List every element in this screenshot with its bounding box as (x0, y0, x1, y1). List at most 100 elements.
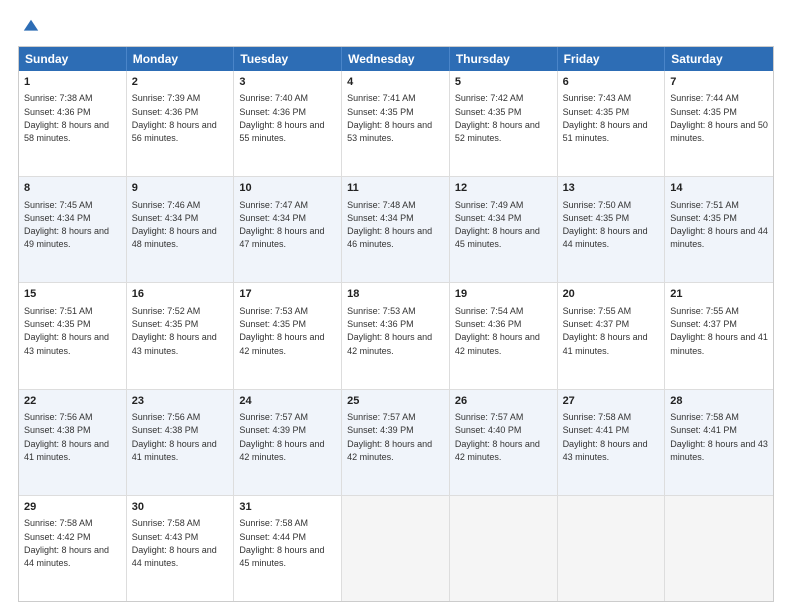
day-number: 22 (24, 394, 121, 409)
day-cell-16: 16Sunrise: 7:52 AMSunset: 4:35 PMDayligh… (127, 283, 235, 388)
day-number: 27 (563, 394, 660, 409)
day-cell-30: 30 Sunrise: 7:58 AMSunset: 4:43 PMDayligh… (127, 496, 235, 601)
day-info: Sunrise: 7:56 AMSunset: 4:38 PMDaylight:… (24, 412, 109, 462)
day-info: Sunrise: 7:44 AMSunset: 4:35 PMDaylight:… (670, 93, 768, 143)
day-info: Sunrise: 7:56 AMSunset: 4:38 PMDaylight:… (132, 412, 217, 462)
calendar-header-row: SundayMondayTuesdayWednesdayThursdayFrid… (19, 47, 773, 71)
day-info: Sunrise: 7:57 AMSunset: 4:39 PMDaylight:… (347, 412, 432, 462)
logo (18, 18, 40, 36)
day-info: Sunrise: 7:46 AMSunset: 4:34 PMDaylight:… (132, 200, 217, 250)
empty-cell (342, 496, 450, 601)
header-day-monday: Monday (127, 47, 235, 71)
day-cell-5: 5 Sunrise: 7:42 AMSunset: 4:35 PMDaylight… (450, 71, 558, 176)
day-cell-27: 27 Sunrise: 7:58 AMSunset: 4:41 PMDayligh… (558, 390, 666, 495)
day-cell-4: 4Sunrise: 7:41 AMSunset: 4:35 PMDaylight… (342, 71, 450, 176)
day-cell-15: 15 Sunrise: 7:51 AMSunset: 4:35 PMDayligh… (19, 283, 127, 388)
day-number: 24 (239, 394, 336, 409)
day-number: 31 (239, 500, 336, 515)
day-cell-2: 2 Sunrise: 7:39 AMSunset: 4:36 PMDaylight… (127, 71, 235, 176)
day-info: Sunrise: 7:43 AMSunset: 4:35 PMDaylight:… (563, 93, 648, 143)
day-cell-20: 20Sunrise: 7:55 AMSunset: 4:37 PMDayligh… (558, 283, 666, 388)
day-cell-12: 12 Sunrise: 7:49 AMSunset: 4:34 PMDayligh… (450, 177, 558, 282)
day-info: Sunrise: 7:39 AMSunset: 4:36 PMDaylight:… (132, 93, 217, 143)
day-info: Sunrise: 7:38 AMSunset: 4:36 PMDaylight:… (24, 93, 109, 143)
day-number: 21 (670, 287, 768, 302)
day-info: Sunrise: 7:53 AMSunset: 4:36 PMDaylight:… (347, 306, 432, 356)
day-cell-22: 22 Sunrise: 7:56 AMSunset: 4:38 PMDayligh… (19, 390, 127, 495)
empty-cell (665, 496, 773, 601)
day-number: 23 (132, 394, 229, 409)
day-cell-14: 14 Sunrise: 7:51 AMSunset: 4:35 PMDayligh… (665, 177, 773, 282)
day-cell-8: 8 Sunrise: 7:45 AMSunset: 4:34 PMDaylight… (19, 177, 127, 282)
day-info: Sunrise: 7:57 AMSunset: 4:40 PMDaylight:… (455, 412, 540, 462)
header-day-friday: Friday (558, 47, 666, 71)
day-cell-3: 3 Sunrise: 7:40 AMSunset: 4:36 PMDaylight… (234, 71, 342, 176)
header-day-tuesday: Tuesday (234, 47, 342, 71)
day-cell-26: 26Sunrise: 7:57 AMSunset: 4:40 PMDayligh… (450, 390, 558, 495)
day-number: 13 (563, 181, 660, 196)
day-info: Sunrise: 7:58 AMSunset: 4:41 PMDaylight:… (563, 412, 648, 462)
day-info: Sunrise: 7:58 AMSunset: 4:41 PMDaylight:… (670, 412, 768, 462)
day-number: 17 (239, 287, 336, 302)
day-cell-9: 9Sunrise: 7:46 AMSunset: 4:34 PMDaylight… (127, 177, 235, 282)
calendar-week-1: 1 Sunrise: 7:38 AMSunset: 4:36 PMDaylight… (19, 71, 773, 176)
day-number: 12 (455, 181, 552, 196)
day-number: 29 (24, 500, 121, 515)
day-cell-28: 28 Sunrise: 7:58 AMSunset: 4:41 PMDayligh… (665, 390, 773, 495)
day-number: 14 (670, 181, 768, 196)
day-number: 7 (670, 75, 768, 90)
day-cell-1: 1 Sunrise: 7:38 AMSunset: 4:36 PMDaylight… (19, 71, 127, 176)
day-number: 4 (347, 75, 444, 90)
day-info: Sunrise: 7:57 AMSunset: 4:39 PMDaylight:… (239, 412, 324, 462)
day-cell-6: 6 Sunrise: 7:43 AMSunset: 4:35 PMDaylight… (558, 71, 666, 176)
day-number: 28 (670, 394, 768, 409)
calendar-week-4: 22 Sunrise: 7:56 AMSunset: 4:38 PMDayligh… (19, 389, 773, 495)
day-number: 1 (24, 75, 121, 90)
day-cell-21: 21 Sunrise: 7:55 AMSunset: 4:37 PMDayligh… (665, 283, 773, 388)
day-number: 5 (455, 75, 552, 90)
day-info: Sunrise: 7:42 AMSunset: 4:35 PMDaylight:… (455, 93, 540, 143)
day-cell-29: 29Sunrise: 7:58 AMSunset: 4:42 PMDayligh… (19, 496, 127, 601)
calendar-week-2: 8 Sunrise: 7:45 AMSunset: 4:34 PMDaylight… (19, 176, 773, 282)
calendar: SundayMondayTuesdayWednesdayThursdayFrid… (18, 46, 774, 602)
day-info: Sunrise: 7:51 AMSunset: 4:35 PMDaylight:… (670, 200, 768, 250)
day-number: 19 (455, 287, 552, 302)
day-cell-19: 19Sunrise: 7:54 AMSunset: 4:36 PMDayligh… (450, 283, 558, 388)
day-number: 30 (132, 500, 229, 515)
header-day-sunday: Sunday (19, 47, 127, 71)
header (18, 18, 774, 36)
day-info: Sunrise: 7:55 AMSunset: 4:37 PMDaylight:… (670, 306, 768, 356)
day-info: Sunrise: 7:48 AMSunset: 4:34 PMDaylight:… (347, 200, 432, 250)
header-day-thursday: Thursday (450, 47, 558, 71)
empty-cell (558, 496, 666, 601)
day-info: Sunrise: 7:51 AMSunset: 4:35 PMDaylight:… (24, 306, 109, 356)
day-number: 3 (239, 75, 336, 90)
day-cell-13: 13 Sunrise: 7:50 AMSunset: 4:35 PMDayligh… (558, 177, 666, 282)
day-number: 11 (347, 181, 444, 196)
day-info: Sunrise: 7:47 AMSunset: 4:34 PMDaylight:… (239, 200, 324, 250)
day-cell-18: 18 Sunrise: 7:53 AMSunset: 4:36 PMDayligh… (342, 283, 450, 388)
logo-icon (22, 18, 40, 36)
calendar-week-3: 15 Sunrise: 7:51 AMSunset: 4:35 PMDayligh… (19, 282, 773, 388)
day-cell-25: 25Sunrise: 7:57 AMSunset: 4:39 PMDayligh… (342, 390, 450, 495)
day-number: 15 (24, 287, 121, 302)
header-day-wednesday: Wednesday (342, 47, 450, 71)
day-info: Sunrise: 7:58 AMSunset: 4:44 PMDaylight:… (239, 518, 324, 568)
day-info: Sunrise: 7:58 AMSunset: 4:43 PMDaylight:… (132, 518, 217, 568)
day-number: 2 (132, 75, 229, 90)
day-cell-7: 7 Sunrise: 7:44 AMSunset: 4:35 PMDaylight… (665, 71, 773, 176)
day-info: Sunrise: 7:53 AMSunset: 4:35 PMDaylight:… (239, 306, 324, 356)
day-cell-10: 10Sunrise: 7:47 AMSunset: 4:34 PMDayligh… (234, 177, 342, 282)
day-info: Sunrise: 7:45 AMSunset: 4:34 PMDaylight:… (24, 200, 109, 250)
calendar-week-5: 29Sunrise: 7:58 AMSunset: 4:42 PMDayligh… (19, 495, 773, 601)
day-info: Sunrise: 7:49 AMSunset: 4:34 PMDaylight:… (455, 200, 540, 250)
day-info: Sunrise: 7:52 AMSunset: 4:35 PMDaylight:… (132, 306, 217, 356)
day-number: 8 (24, 181, 121, 196)
day-cell-31: 31 Sunrise: 7:58 AMSunset: 4:44 PMDayligh… (234, 496, 342, 601)
day-number: 18 (347, 287, 444, 302)
day-info: Sunrise: 7:55 AMSunset: 4:37 PMDaylight:… (563, 306, 648, 356)
day-info: Sunrise: 7:50 AMSunset: 4:35 PMDaylight:… (563, 200, 648, 250)
day-cell-23: 23 Sunrise: 7:56 AMSunset: 4:38 PMDayligh… (127, 390, 235, 495)
day-info: Sunrise: 7:40 AMSunset: 4:36 PMDaylight:… (239, 93, 324, 143)
day-number: 6 (563, 75, 660, 90)
